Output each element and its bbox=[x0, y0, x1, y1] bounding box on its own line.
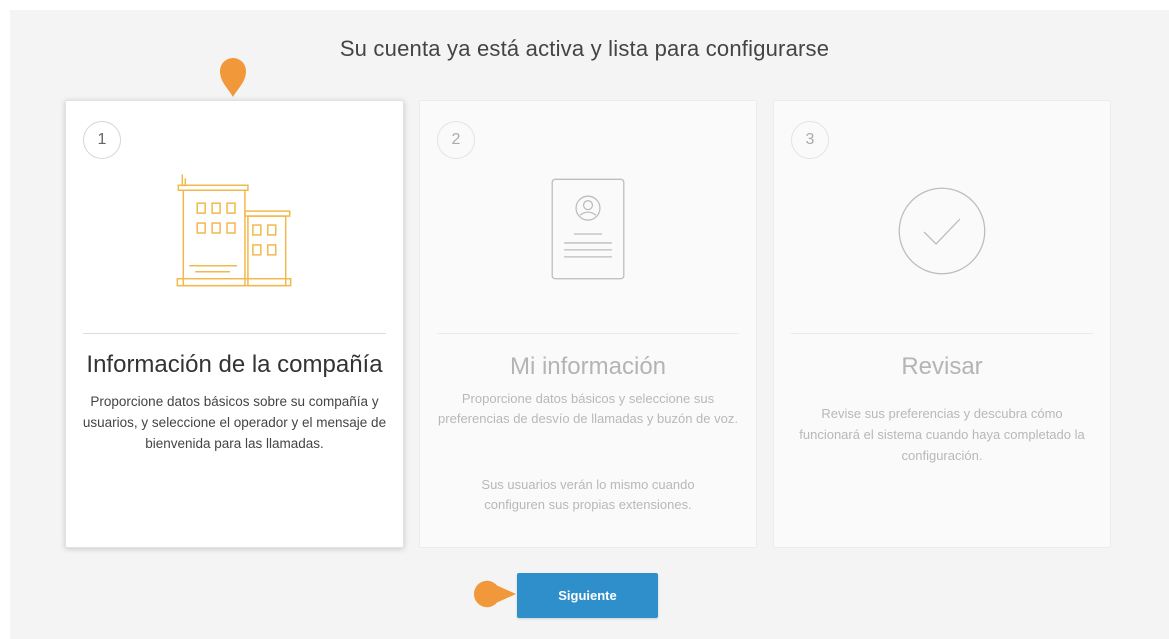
location-marker-icon bbox=[220, 58, 246, 97]
next-button[interactable]: Siguiente bbox=[517, 573, 658, 618]
step-number-badge: 2 bbox=[437, 121, 475, 159]
step-description: Proporcione datos básicos y seleccione s… bbox=[438, 391, 738, 426]
step-title: Revisar bbox=[901, 353, 983, 380]
step-title: Mi información bbox=[509, 353, 667, 380]
step-title: Información de la compañía bbox=[86, 351, 383, 378]
checkmark-circle-icon bbox=[898, 187, 986, 275]
step-card-company-info[interactable]: 1 Información de la compañía Proporcione… bbox=[65, 100, 404, 548]
pointer-marker-icon bbox=[473, 580, 516, 608]
step-card-review[interactable]: 3 Revisar Revise sus preferencias y desc… bbox=[773, 100, 1111, 548]
step-number-badge: 3 bbox=[791, 121, 829, 159]
step-number-badge: 1 bbox=[83, 121, 121, 159]
card-divider bbox=[791, 333, 1093, 334]
profile-card-icon bbox=[551, 178, 625, 280]
page-title: Su cuenta ya está activa y lista para co… bbox=[339, 36, 830, 61]
step-description: Proporcione datos básicos sobre su compa… bbox=[82, 394, 387, 451]
step-description: Revise sus preferencias y descubra cómo … bbox=[799, 406, 1085, 463]
card-divider bbox=[83, 333, 386, 334]
step-card-my-info[interactable]: 2 Mi información Proporcione datos básic… bbox=[419, 100, 757, 548]
building-icon bbox=[176, 174, 292, 287]
step-note: Sus usuarios verán lo mismo cuando confi… bbox=[481, 477, 695, 512]
card-divider bbox=[437, 333, 739, 334]
